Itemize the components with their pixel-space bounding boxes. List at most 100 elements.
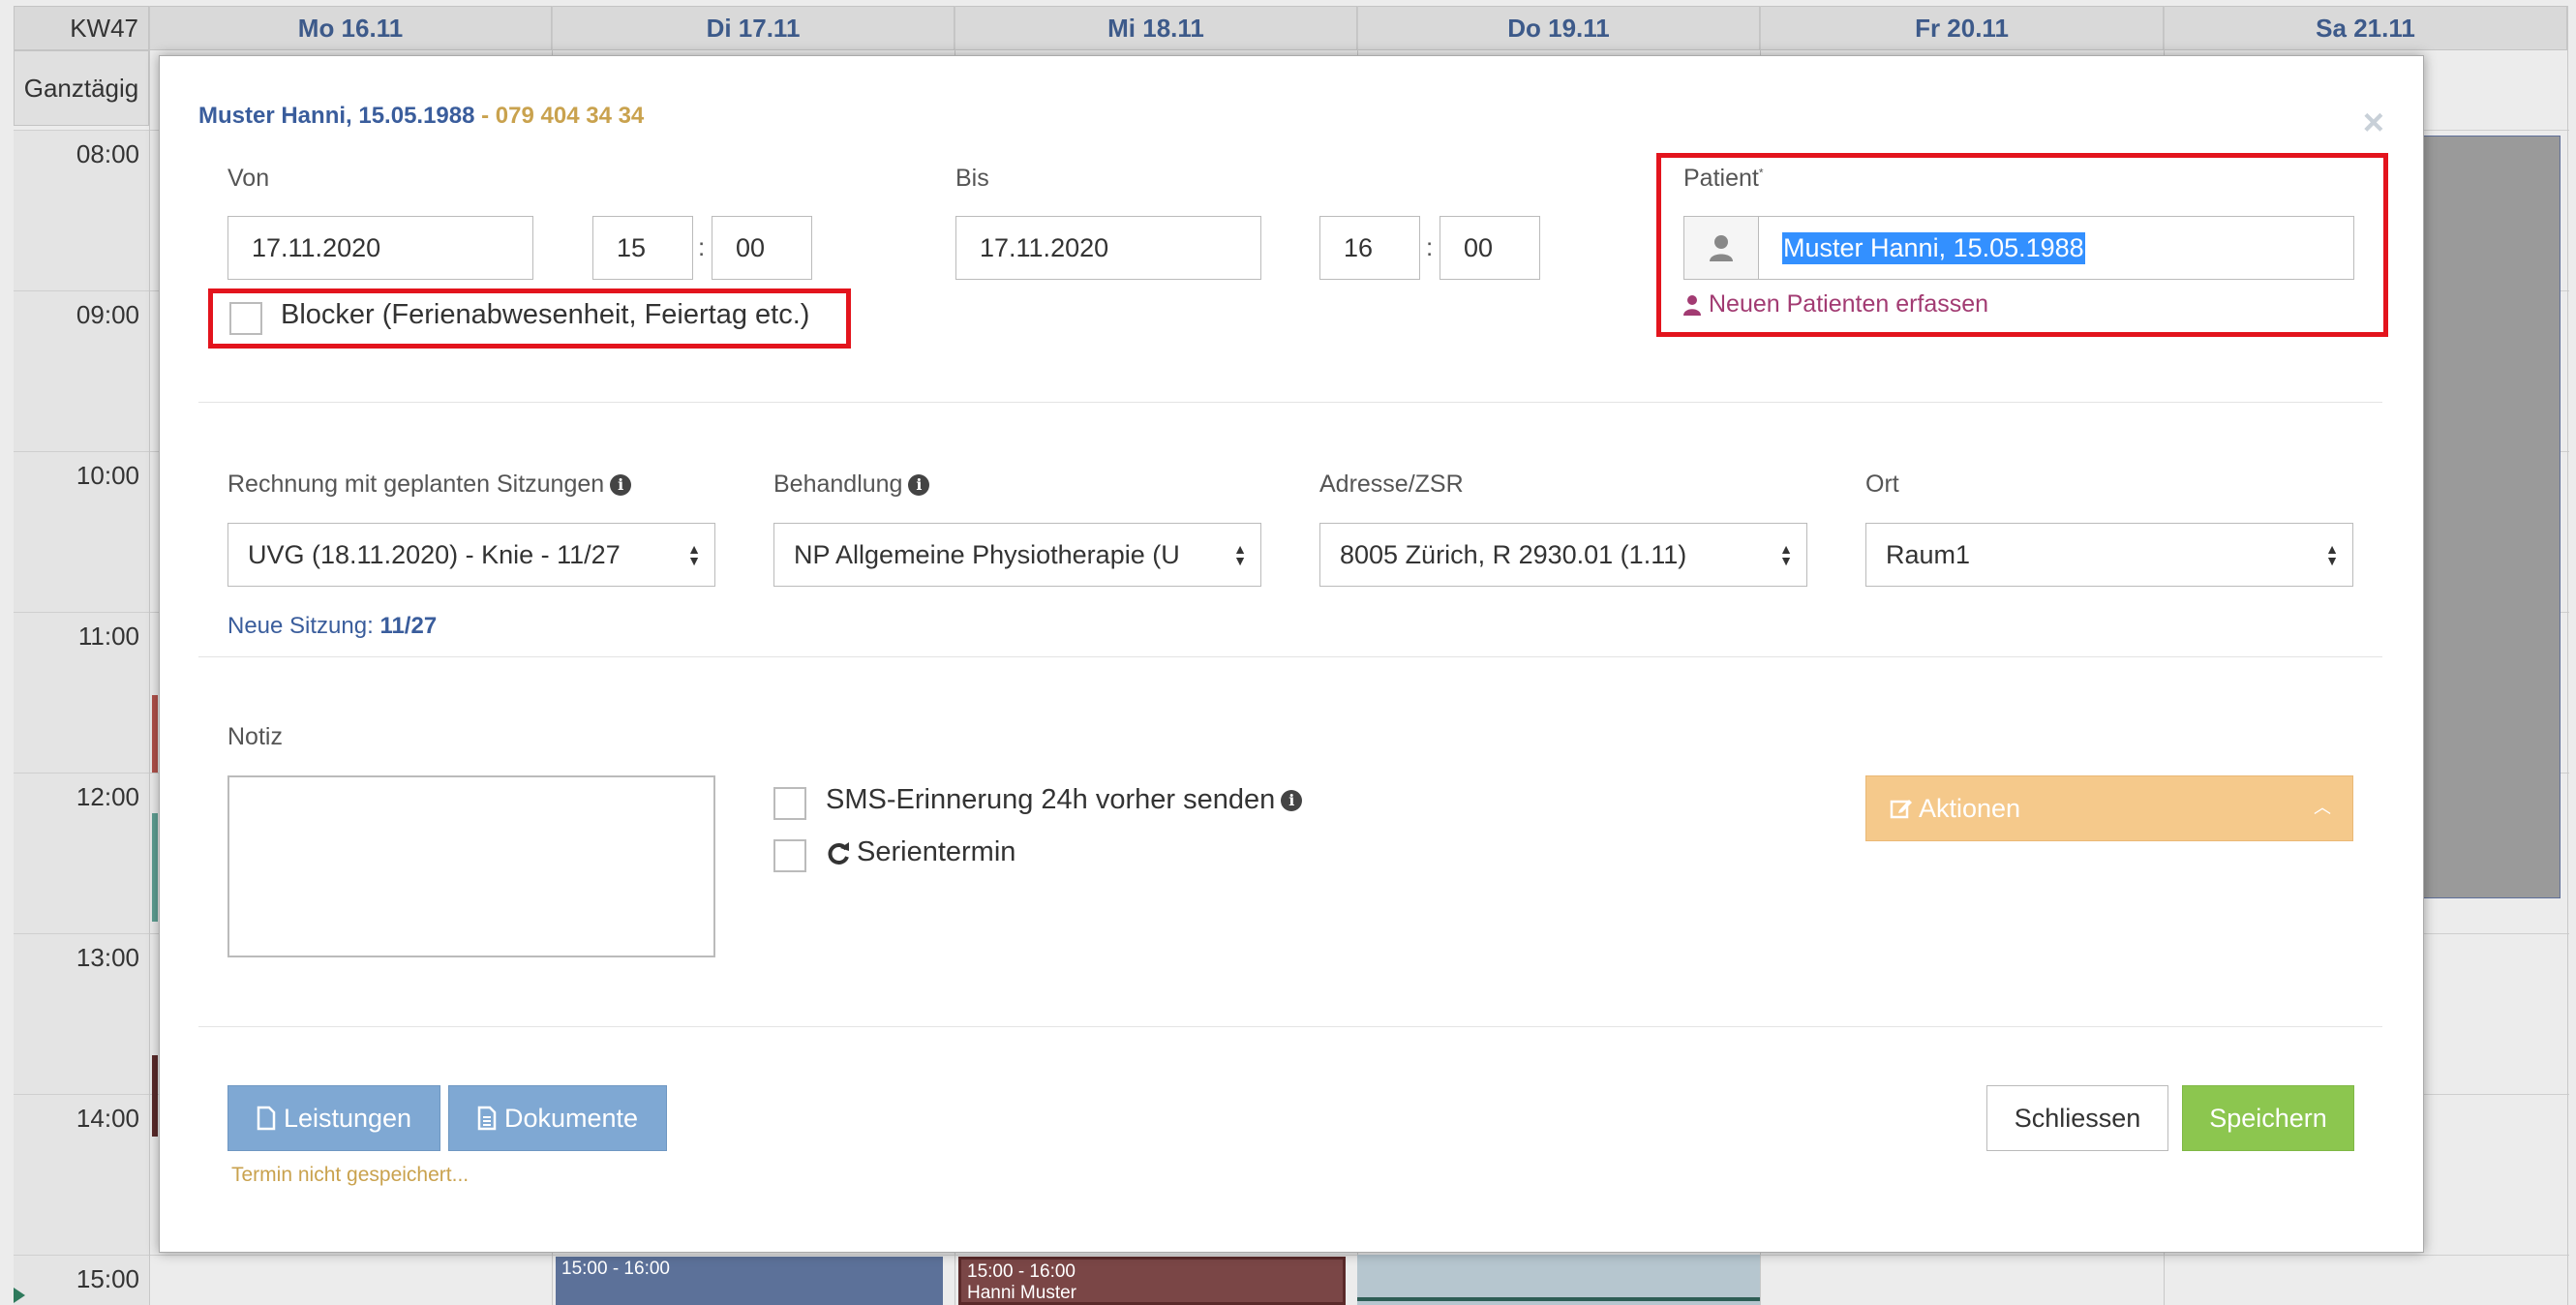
- dokumente-label: Dokumente: [503, 1103, 639, 1133]
- event-edge-marker: [152, 695, 158, 773]
- dokumente-button[interactable]: Dokumente: [448, 1085, 667, 1151]
- hour-label: 12:00: [76, 782, 139, 811]
- info-icon[interactable]: i: [908, 474, 930, 497]
- thursday-slot-marker: [1357, 1297, 1760, 1301]
- day-header-tue[interactable]: Di 17.11: [552, 6, 955, 50]
- rechnung-select[interactable]: UVG (18.11.2020) - Knie - 11/27 ▲ ▼: [227, 523, 715, 587]
- bis-minute-input[interactable]: 00: [1440, 216, 1540, 280]
- day-header-mon[interactable]: Mo 16.11: [149, 6, 552, 50]
- neue-sitzung-value: 11/27: [379, 613, 438, 639]
- close-icon[interactable]: ×: [2363, 105, 2384, 141]
- hour-label: 15:00: [76, 1264, 139, 1293]
- von-minute-input[interactable]: 00: [712, 216, 812, 280]
- hour-label: 09:00: [76, 300, 139, 329]
- rechnung-select-value: UVG (18.11.2020) - Knie - 11/27: [248, 539, 621, 569]
- day-header-thu[interactable]: Do 19.11: [1357, 6, 1760, 50]
- aktionen-label: Aktionen: [1919, 793, 2021, 823]
- hour-label: 11:00: [77, 622, 139, 651]
- new-patient-link-label: Neuen Patienten erfassen: [1709, 290, 1989, 318]
- allday-label: Ganztägig: [14, 50, 149, 126]
- rechnung-label: Rechnung mit geplanten Sitzungen i: [227, 470, 632, 499]
- appointment-dialog: Muster Hanni, 15.05.1988 - 079 404 34 34…: [159, 55, 2424, 1253]
- edit-icon: [1890, 800, 1912, 819]
- info-icon[interactable]: i: [1281, 790, 1303, 812]
- blocker-label: Blocker (Ferienabwesenheit, Feiertag etc…: [281, 299, 810, 330]
- day-header-sat[interactable]: Sa 21.11: [2164, 6, 2567, 50]
- patient-input-value: Muster Hanni, 15.05.1988: [1782, 231, 2085, 264]
- leistungen-label: Leistungen: [283, 1103, 412, 1133]
- behandlung-select-value: NP Allgemeine Physiotherapie (U: [794, 539, 1180, 569]
- event-title: Hanni Muster: [967, 1283, 1076, 1303]
- bis-label: Bis: [955, 165, 989, 192]
- speichern-button[interactable]: Speichern: [2182, 1085, 2354, 1151]
- current-time-marker: [14, 1288, 25, 1303]
- save-status-text: Termin nicht gespeichert...: [231, 1164, 470, 1186]
- hour-label: 08:00: [76, 139, 139, 168]
- event-time: 15:00 - 16:00: [561, 1259, 670, 1279]
- week-number: KW47: [14, 6, 149, 50]
- time-separator: :: [698, 232, 706, 261]
- patient-label-text: Patient: [1683, 165, 1759, 192]
- serie-label-text: Serientermin: [857, 836, 1016, 867]
- ort-label: Ort: [1865, 470, 1899, 498]
- event-edge-marker: [152, 1055, 158, 1137]
- section-divider: [198, 1026, 2382, 1027]
- day-gridline: [149, 6, 150, 1305]
- info-icon[interactable]: i: [610, 474, 632, 497]
- select-arrows-icon: ▲ ▼: [2325, 541, 2339, 568]
- section-divider: [198, 656, 2382, 657]
- section-divider: [198, 402, 2382, 403]
- neue-sitzung: Neue Sitzung: 11/27: [227, 613, 437, 640]
- schliessen-button[interactable]: Schliessen: [1986, 1085, 2168, 1151]
- document-icon: [257, 1106, 276, 1131]
- patient-input[interactable]: Muster Hanni, 15.05.1988: [1758, 216, 2354, 280]
- day-gridline: [2567, 6, 2568, 1305]
- event-time: 15:00 - 16:00: [967, 1261, 1076, 1282]
- serie-checkbox[interactable]: [773, 839, 806, 872]
- title-separator: -: [474, 103, 496, 129]
- required-marker: *: [1758, 166, 1764, 180]
- select-arrows-icon: ▲ ▼: [687, 541, 701, 568]
- leistungen-button[interactable]: Leistungen: [227, 1085, 440, 1151]
- select-arrows-icon: ▲ ▼: [1227, 542, 1247, 567]
- neue-sitzung-label: Neue Sitzung:: [227, 613, 374, 639]
- rechnung-label-text: Rechnung mit geplanten Sitzungen: [227, 470, 605, 498]
- bis-date-input[interactable]: 17.11.2020: [955, 216, 1261, 280]
- time-separator: :: [1426, 232, 1434, 261]
- behandlung-label-text: Behandlung: [773, 470, 903, 498]
- new-patient-link[interactable]: Neuen Patienten erfassen: [1683, 290, 1988, 319]
- hour-gridline: [14, 1255, 2569, 1256]
- adresse-select[interactable]: 8005 Zürich, R 2930.01 (1.11) ▲ ▼: [1319, 523, 1807, 587]
- day-header-fri[interactable]: Fr 20.11: [1760, 6, 2164, 50]
- blocker-checkbox[interactable]: [229, 302, 262, 335]
- hour-label: 10:00: [76, 461, 139, 490]
- select-arrows-icon: ▲ ▼: [1779, 541, 1793, 568]
- ort-select-value: Raum1: [1886, 539, 1971, 569]
- day-header-wed[interactable]: Mi 18.11: [955, 6, 1357, 50]
- sms-checkbox[interactable]: [773, 787, 806, 820]
- chevron-up-icon: ︿: [2314, 798, 2331, 817]
- von-label: Von: [227, 165, 270, 192]
- behandlung-label: Behandlung i: [773, 470, 930, 499]
- notiz-label: Notiz: [227, 723, 283, 750]
- von-date-input[interactable]: 17.11.2020: [227, 216, 533, 280]
- calendar-event[interactable]: 15:00 - 16:00: [556, 1257, 943, 1305]
- sms-label: SMS-Erinnerung 24h vorher senden i: [826, 784, 1303, 816]
- bis-hour-input[interactable]: 16: [1319, 216, 1420, 280]
- title-phone: 079 404 34 34: [495, 103, 645, 129]
- von-hour-input[interactable]: 15: [592, 216, 693, 280]
- notiz-textarea[interactable]: [227, 775, 715, 957]
- calendar-event[interactable]: 15:00 - 16:00 Hanni Muster: [958, 1257, 1346, 1305]
- document-text-icon: [477, 1106, 497, 1131]
- hour-label: 13:00: [76, 943, 139, 972]
- adresse-label: Adresse/ZSR: [1319, 470, 1464, 498]
- behandlung-select[interactable]: NP Allgemeine Physiotherapie (U ▲ ▼: [773, 523, 1261, 587]
- title-patient: Muster Hanni, 15.05.1988: [198, 103, 475, 129]
- sms-label-text: SMS-Erinnerung 24h vorher senden: [826, 784, 1276, 815]
- user-icon: [1683, 294, 1701, 316]
- aktionen-button[interactable]: Aktionen ︿: [1865, 775, 2353, 841]
- event-edge-marker: [152, 813, 158, 922]
- dialog-title: Muster Hanni, 15.05.1988 - 079 404 34 34: [198, 103, 644, 130]
- ort-select[interactable]: Raum1 ▲ ▼: [1865, 523, 2353, 587]
- saturday-appointment-block[interactable]: [2423, 136, 2561, 898]
